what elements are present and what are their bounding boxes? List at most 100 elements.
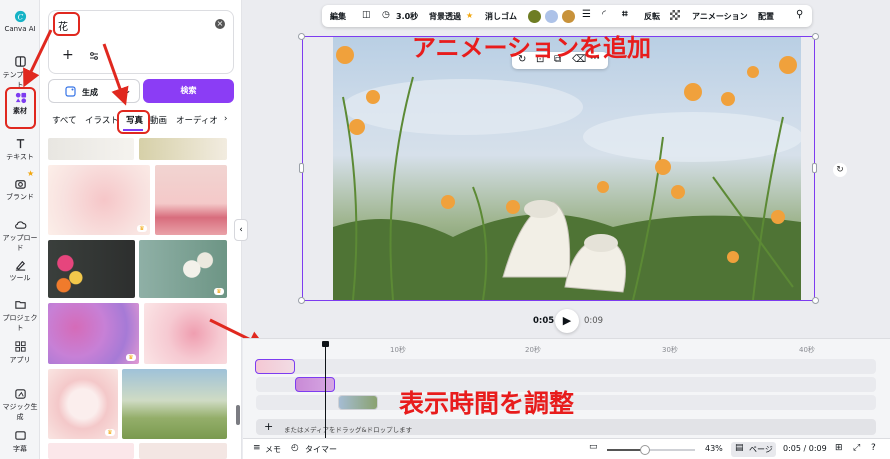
crop-icon[interactable]: ⌗	[622, 9, 628, 20]
page-view-button[interactable]: ▤ ページ	[731, 442, 776, 457]
color-swatch[interactable]	[562, 10, 575, 23]
rail-canva-ai[interactable]: C Canva AI	[0, 10, 40, 33]
drop-hint: またはメディアをドラッグ&ドロップします	[284, 426, 413, 434]
tab-video[interactable]: 動画	[150, 114, 167, 126]
photo-thumb[interactable]	[48, 138, 134, 160]
annotation-box-photo-tab	[117, 110, 150, 134]
photo-thumb[interactable]	[155, 165, 227, 235]
edit-button[interactable]: 編集	[330, 11, 346, 22]
add-icon[interactable]: +	[62, 47, 74, 63]
apps-icon	[14, 341, 26, 352]
rail-label: テキスト	[6, 153, 34, 161]
duration-button[interactable]: 3.0秒	[396, 11, 418, 22]
tab-all[interactable]: すべて	[52, 114, 77, 126]
play-button[interactable]: ▶	[555, 309, 579, 333]
lines-icon[interactable]: ☰	[582, 9, 591, 20]
photo-thumb[interactable]: ♛	[139, 240, 227, 298]
bg-remove-button[interactable]: 背景透過	[429, 11, 461, 22]
display-icon[interactable]: ▭	[589, 442, 598, 452]
zoom-slider[interactable]	[607, 445, 695, 455]
transparency-icon[interactable]	[670, 10, 680, 20]
rail-templates[interactable]: テンプレート	[0, 55, 40, 90]
corner-icon[interactable]: ◜	[602, 9, 606, 20]
rail-projects[interactable]: プロジェクト	[0, 298, 40, 333]
photo-thumb[interactable]: ♛	[48, 303, 139, 364]
clock-icon: ◷	[382, 10, 390, 20]
timeline-clip[interactable]	[295, 377, 335, 392]
resize-handle[interactable]	[812, 33, 819, 40]
rail-label: Canva AI	[4, 25, 36, 33]
timeline-clip[interactable]	[338, 395, 378, 410]
rotate-icon[interactable]: ↻	[833, 163, 847, 177]
animation-button[interactable]: アニメーション	[692, 11, 748, 22]
flip-button[interactable]: 反転	[644, 11, 660, 22]
add-media-track[interactable]: + またはメディアをドラッグ&ドロップします	[256, 419, 876, 435]
tab-audio[interactable]: オーディオ	[176, 114, 222, 126]
photo-thumb[interactable]	[144, 303, 227, 364]
chevron-down-icon: ⌄	[124, 86, 131, 95]
playhead-handle[interactable]	[322, 341, 329, 347]
flower-scene	[333, 46, 801, 300]
photo-thumb[interactable]: ♛	[48, 369, 118, 439]
rail-upload[interactable]: アップロード	[0, 218, 40, 253]
clear-icon[interactable]: ×	[215, 19, 225, 29]
help-icon[interactable]: ?	[871, 443, 876, 453]
timer-button[interactable]: タイマー	[305, 444, 337, 455]
playhead[interactable]	[325, 343, 326, 439]
fullscreen-icon[interactable]: ⤢	[853, 443, 860, 453]
resize-handle[interactable]	[298, 33, 305, 40]
eraser-button[interactable]: 消しゴム	[485, 11, 517, 22]
magic-image-icon	[65, 86, 76, 97]
timer-icon: ◴	[291, 443, 299, 453]
chevron-right-icon[interactable]: ›	[224, 114, 227, 124]
color-swatch[interactable]	[545, 10, 558, 23]
photo-thumb[interactable]	[139, 443, 227, 459]
rail-label: アプリ	[9, 356, 31, 364]
rail-magic[interactable]: マジック生成	[0, 387, 40, 422]
cloud-upload-icon	[14, 221, 26, 229]
annotation-box-search	[53, 12, 80, 36]
side-handle[interactable]	[299, 163, 304, 173]
photo-thumb[interactable]: ♛	[48, 165, 150, 235]
paint-format-icon[interactable]: ⚲	[796, 9, 803, 20]
resize-handle[interactable]	[812, 297, 819, 304]
generate-button[interactable]: 生成 ⌄	[48, 79, 140, 103]
rail-text[interactable]: テキスト	[0, 137, 40, 162]
photo-thumb[interactable]	[122, 369, 227, 439]
rail-apps[interactable]: アプリ	[0, 340, 40, 365]
zoom-thumb[interactable]	[639, 445, 650, 455]
add-icon[interactable]: +	[264, 420, 273, 433]
timeline-track[interactable]	[256, 359, 876, 374]
search-button[interactable]: 検索	[143, 79, 234, 103]
notes-icon[interactable]: ≡	[253, 443, 261, 453]
tick-label: 30秒	[662, 346, 678, 354]
rail-label: ブランド	[6, 193, 34, 201]
split-icon[interactable]: ◫	[362, 10, 371, 20]
timeline-clip[interactable]	[255, 359, 295, 374]
resize-handle[interactable]	[298, 297, 305, 304]
side-handle[interactable]	[812, 163, 817, 173]
total-time: 0:09	[584, 316, 604, 326]
rail-captions[interactable]: 字幕	[0, 429, 40, 454]
photo-thumb[interactable]	[48, 443, 134, 459]
panel-scrollbar[interactable]	[236, 405, 240, 425]
rail-label: アップロード	[2, 234, 38, 252]
rail-brand[interactable]: ブランド	[0, 177, 40, 202]
crown-icon: ♛	[137, 225, 147, 232]
rail-label: 字幕	[13, 445, 27, 453]
photo-thumb[interactable]	[139, 138, 227, 160]
photo-thumb[interactable]	[48, 240, 135, 298]
rail-tools[interactable]: ツール	[0, 258, 40, 283]
filter-icon[interactable]	[89, 51, 99, 61]
collapse-panel-icon[interactable]: ‹	[234, 219, 248, 241]
left-rail: C Canva AI テンプレート 素材 テキスト ブランド アップロード ツー…	[0, 0, 40, 459]
arrange-button[interactable]: 配置	[758, 11, 774, 22]
grid-icon[interactable]: ⊞	[835, 443, 843, 453]
folder-icon	[14, 301, 26, 309]
color-swatch[interactable]	[528, 10, 541, 23]
svg-text:C: C	[17, 12, 23, 21]
canvas-photo[interactable]	[333, 37, 801, 300]
tab-illustration[interactable]: イラスト	[85, 114, 119, 126]
text-icon	[16, 139, 24, 149]
memo-button[interactable]: メモ	[265, 444, 281, 455]
